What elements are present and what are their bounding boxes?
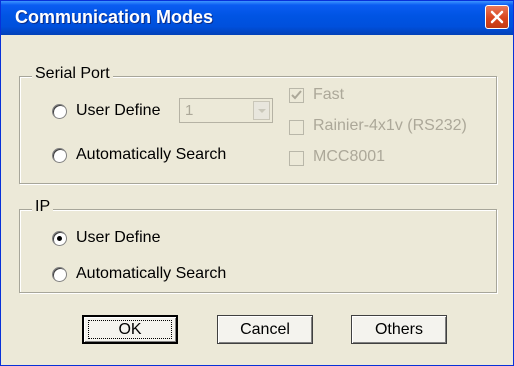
ip-auto-search-radio[interactable] xyxy=(52,267,67,282)
focus-indicator xyxy=(88,320,172,339)
ip-user-define-radio[interactable] xyxy=(52,231,67,246)
others-button-label: Others xyxy=(374,321,423,338)
title-bar[interactable]: Communication Modes xyxy=(1,1,513,35)
ok-button[interactable]: OK xyxy=(82,315,178,344)
others-button[interactable]: Others xyxy=(351,315,447,344)
mcc8001-checkbox-label: MCC8001 xyxy=(313,148,386,165)
rainier-checkbox[interactable] xyxy=(289,120,304,135)
serial-auto-search-radio[interactable] xyxy=(52,148,67,163)
serial-auto-search-label[interactable]: Automatically Search xyxy=(76,146,226,164)
mcc8001-checkbox[interactable] xyxy=(289,151,304,166)
chevron-down-icon xyxy=(258,109,266,113)
serial-port-select-value: 1 xyxy=(185,102,194,119)
cancel-button[interactable]: Cancel xyxy=(217,315,313,344)
serial-port-dropdown-button[interactable] xyxy=(253,101,270,120)
ip-group-label: IP xyxy=(32,198,54,216)
serial-port-select[interactable]: 1 xyxy=(179,98,273,123)
close-icon xyxy=(490,10,504,24)
fast-checkbox-label: Fast xyxy=(313,86,345,103)
window-title: Communication Modes xyxy=(15,7,214,27)
serial-port-group-label: Serial Port xyxy=(32,65,113,83)
serial-user-define-radio[interactable] xyxy=(52,104,67,119)
dialog-window: Communication Modes Serial Port User Def… xyxy=(0,0,514,366)
fast-checkbox[interactable] xyxy=(289,88,304,103)
cancel-button-label: Cancel xyxy=(240,321,290,338)
serial-user-define-label[interactable]: User Define xyxy=(76,102,160,120)
checkmark-icon xyxy=(291,90,302,100)
ip-auto-search-label[interactable]: Automatically Search xyxy=(76,265,226,283)
rainier-checkbox-label: Rainier-4x1v (RS232) xyxy=(313,117,467,134)
close-button[interactable] xyxy=(485,5,509,29)
ip-user-define-label[interactable]: User Define xyxy=(76,229,160,247)
